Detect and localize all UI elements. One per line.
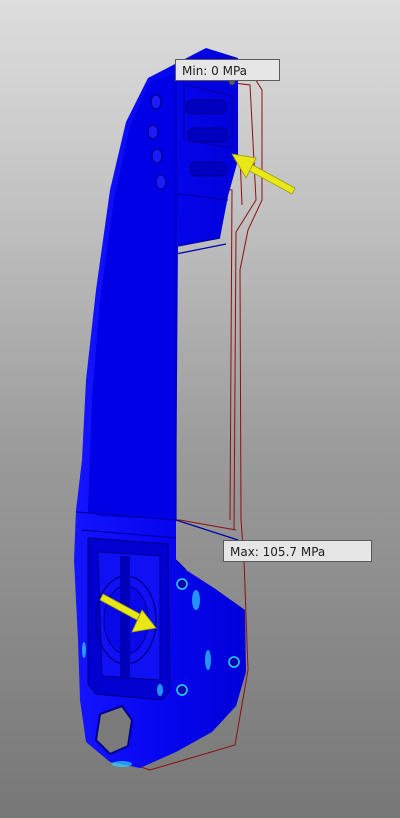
max-stress-probe-label[interactable]: Max: 105.7 MPa: [223, 540, 372, 562]
arm-front-face: [88, 74, 178, 520]
min-stress-probe-label[interactable]: Min: 0 MPa: [175, 59, 280, 81]
fea-viewport[interactable]: Min: 0 MPa Max: 105.7 MPa: [0, 0, 400, 818]
top-bracket-slots: [185, 99, 229, 177]
bottom-bore: [94, 704, 134, 756]
stress-model-canvas[interactable]: [0, 0, 400, 818]
bottom-pocket: [87, 537, 171, 701]
